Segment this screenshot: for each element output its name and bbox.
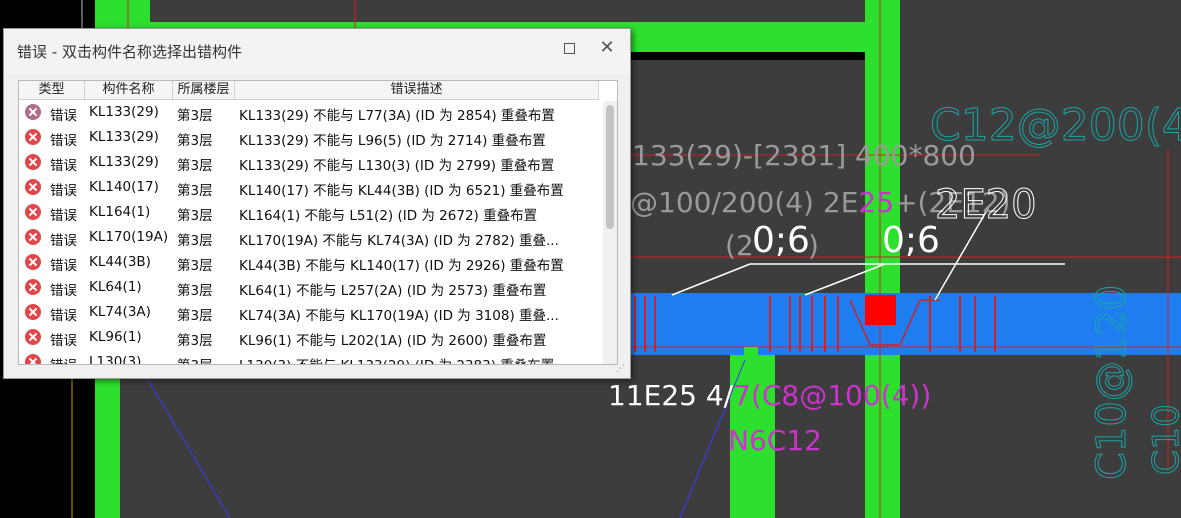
error-type-cell: 错误	[50, 158, 77, 174]
error-row[interactable]: 错误 KL133(29) 第3层 KL133(29) 不能与 L77(3A) (ID …	[19, 100, 601, 125]
error-description-cell: KL96(1) 不能与 L202(1A) (ID 为 2600) 重叠布置	[239, 333, 547, 349]
error-row[interactable]: 错误 KL170(19A) 第3层 KL170(19A) 不能与 KL74(3A) (…	[19, 225, 601, 250]
resize-grip-icon[interactable]: ⋰	[616, 364, 626, 374]
error-icon	[25, 104, 41, 120]
error-row[interactable]: 错误 KL133(29) 第3层 KL133(29) 不能与 L130(3) (ID …	[19, 150, 601, 175]
error-type-cell: 错误	[50, 283, 77, 299]
component-name-cell[interactable]: KL133(29)	[89, 154, 159, 170]
error-row[interactable]: 错误 KL74(3A) 第3层 KL74(3A) 不能与 KL170(19A) (ID…	[19, 300, 601, 325]
maximize-icon[interactable]	[564, 43, 575, 54]
floor-cell: 第3层	[177, 308, 213, 324]
floor-cell: 第3层	[177, 133, 213, 149]
grid-header: 类型 构件名称 所属楼层 错误描述	[19, 81, 599, 100]
dimension-right-label: 0;6	[882, 220, 940, 261]
column-header-desc[interactable]: 错误描述	[235, 81, 599, 99]
grip-green-square[interactable]	[744, 347, 758, 359]
error-type-cell: 错误	[50, 333, 77, 349]
error-type-cell: 错误	[50, 308, 77, 324]
error-type-cell: 错误	[50, 354, 77, 364]
green-column-left	[95, 370, 120, 518]
n-bar-label: N6C12	[728, 424, 822, 457]
floor-cell: 第3层	[177, 183, 213, 199]
error-dialog[interactable]: 错误 - 双击构件名称选择出错构件 ✕ 类型 构件名称 所属楼层 错误描述 错误…	[3, 28, 631, 379]
component-name-cell[interactable]: KL96(1)	[89, 329, 142, 345]
floor-cell: 第3层	[177, 158, 213, 174]
error-icon	[25, 329, 41, 345]
error-row[interactable]: 错误 KL140(17) 第3层 KL140(17) 不能与 KL44(3B) (ID…	[19, 175, 601, 200]
error-icon	[25, 229, 41, 245]
close-icon[interactable]: ✕	[598, 39, 616, 57]
component-name-cell[interactable]: KL74(3A)	[89, 304, 151, 320]
dialog-titlebar[interactable]: 错误 - 双击构件名称选择出错构件 ✕	[4, 29, 630, 75]
error-type-cell: 错误	[50, 258, 77, 274]
error-description-cell: KL133(29) 不能与 L77(3A) (ID 为 2854) 重叠布置	[239, 108, 555, 124]
dialog-title: 错误 - 双击构件名称选择出错构件	[17, 43, 242, 61]
component-name-cell[interactable]: KL170(19A)	[89, 229, 168, 245]
error-description-cell: KL44(3B) 不能与 KL140(17) (ID 为 2926) 重叠布置	[239, 258, 564, 274]
error-icon	[25, 254, 41, 270]
floor-cell: 第3层	[177, 258, 213, 274]
column-header-name[interactable]: 构件名称	[85, 81, 173, 99]
side-bar-label: 2E20	[935, 182, 1037, 228]
beam-title-label: 133(29)-[2381] 400*800	[632, 139, 976, 172]
error-icon	[25, 179, 41, 195]
column-header-floor[interactable]: 所属楼层	[173, 81, 235, 99]
component-name-cell[interactable]: KL164(1)	[89, 204, 150, 220]
error-description-cell: KL133(29) 不能与 L130(3) (ID 为 2799) 重叠布置	[239, 158, 555, 174]
error-type-cell: 错误	[50, 208, 77, 224]
component-name-cell[interactable]: L130(3)	[89, 354, 141, 364]
green-column-left-top	[95, 0, 150, 22]
error-description-cell: KL140(17) 不能与 KL44(3B) (ID 为 6521) 重叠布置	[239, 183, 564, 199]
floor-cell: 第3层	[177, 354, 213, 364]
error-row[interactable]: 错误 KL44(3B) 第3层 KL44(3B) 不能与 KL140(17) (ID …	[19, 250, 601, 275]
component-name-cell[interactable]: KL133(29)	[89, 104, 159, 120]
error-description-cell: KL164(1) 不能与 L51(2) (ID 为 2672) 重叠布置	[239, 208, 538, 224]
error-icon	[25, 129, 41, 145]
error-description-cell: L130(3) 不能与 KL133(29) (ID 为 2383) 重叠布置	[239, 354, 599, 364]
slab-region-top	[150, 0, 865, 22]
error-icon	[25, 304, 41, 320]
vertical-scrollbar[interactable]	[603, 101, 617, 364]
error-icon	[25, 279, 41, 295]
slab-region-lower-left	[120, 375, 620, 518]
error-type-cell: 错误	[50, 233, 77, 249]
floor-cell: 第3层	[177, 108, 213, 124]
error-row[interactable]: 错误 KL133(29) 第3层 KL133(29) 不能与 L96(5) (ID 为…	[19, 125, 601, 150]
component-name-cell[interactable]: KL140(17)	[89, 179, 159, 195]
error-row[interactable]: 错误 KL96(1) 第3层 KL96(1) 不能与 L202(1A) (ID 为 2…	[19, 325, 601, 350]
error-type-cell: 错误	[50, 133, 77, 149]
floor-cell: 第3层	[177, 233, 213, 249]
error-row[interactable]: 错误 KL164(1) 第3层 KL164(1) 不能与 L51(2) (ID 为 2…	[19, 200, 601, 225]
slab-region-right	[900, 0, 1181, 518]
column-header-type[interactable]: 类型	[19, 81, 85, 99]
error-icon	[25, 154, 41, 170]
rotated-right-label-1: C10@120	[1089, 285, 1135, 480]
component-name-cell[interactable]: KL133(29)	[89, 129, 159, 145]
bottom-reinforcement-label: 11E25 4/7(C8@100(4))	[608, 379, 931, 412]
error-description-cell: KL74(3A) 不能与 KL170(19A) (ID 为 3108) 重叠..…	[239, 308, 559, 324]
error-type-cell: 错误	[50, 183, 77, 199]
error-row[interactable]: 错误 L130(3) 第3层 L130(3) 不能与 KL133(29) (ID 为 …	[19, 350, 601, 364]
scrollbar-thumb[interactable]	[606, 105, 614, 229]
highlight-red-square[interactable]	[865, 295, 896, 325]
error-description-cell: KL64(1) 不能与 L257(2A) (ID 为 2573) 重叠布置	[239, 283, 547, 299]
error-type-cell: 错误	[50, 108, 77, 124]
rotated-right-label-2: C10	[1146, 404, 1181, 475]
floor-cell: 第3层	[177, 333, 213, 349]
floor-cell: 第3层	[177, 208, 213, 224]
error-list-grid[interactable]: 类型 构件名称 所属楼层 错误描述 错误 KL133(29) 第3层 KL133(29…	[18, 80, 618, 365]
error-description-cell: KL170(19A) 不能与 KL74(3A) (ID 为 2782) 重叠..…	[239, 233, 559, 249]
rotated-top-label: C12@200(4)	[930, 100, 1181, 151]
floor-cell: 第3层	[177, 283, 213, 299]
component-name-cell[interactable]: KL44(3B)	[89, 254, 151, 270]
error-icon	[25, 204, 41, 220]
dimension-left-label: 0;6	[752, 220, 810, 261]
component-name-cell[interactable]: KL64(1)	[89, 279, 142, 295]
error-description-cell: KL133(29) 不能与 L96(5) (ID 为 2714) 重叠布置	[239, 133, 546, 149]
error-icon	[25, 354, 41, 364]
bracket-left-label: (2	[725, 229, 754, 262]
error-row[interactable]: 错误 KL64(1) 第3层 KL64(1) 不能与 L257(2A) (ID 为 2…	[19, 275, 601, 300]
